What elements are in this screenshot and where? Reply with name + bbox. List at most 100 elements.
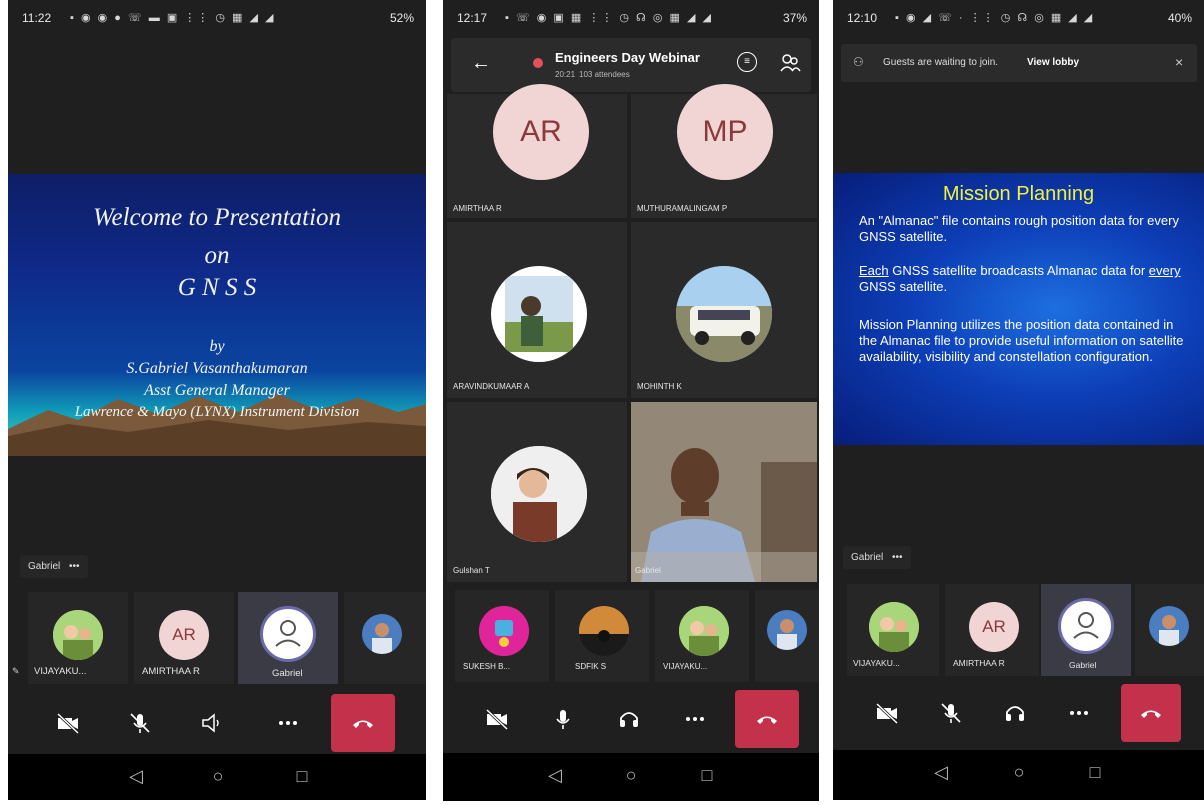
- participant-strip[interactable]: VIJAYAKU... ✎ AR AMIRTHAA R Gabriel: [8, 588, 426, 688]
- lobby-message: Guests are waiting to join.: [883, 57, 999, 68]
- participant-name: VIJAYAKU...: [663, 662, 708, 671]
- status-time: 11:22: [22, 11, 52, 25]
- participant-tile[interactable]: SDFIK S: [555, 590, 649, 682]
- camera-off-icon[interactable]: [863, 682, 911, 744]
- notification-icons: ▪ ◉ ◢ ☏ · ⋮⋮ ◷ ☊ ◎ ▦ ◢ ◢: [895, 12, 1095, 24]
- presenter-name: Gabriel: [851, 552, 884, 563]
- status-bar: 11:22 ▪ ◉ ◉ ● ☏ ▬ ▣ ⋮⋮ ◷ ▦ ◢ ◢ 52%: [8, 0, 426, 36]
- slide-paragraph-3: Mission Planning utilizes the position d…: [859, 317, 1184, 364]
- participant-avatar: [1149, 606, 1189, 646]
- participant-name: MUTHURAMALINGAM P: [637, 204, 728, 213]
- participant-strip[interactable]: SUKESH B... SDFIK S VIJAYAKU...: [443, 586, 819, 682]
- participant-name: AMIRTHAA R: [453, 204, 502, 213]
- participant-tile[interactable]: VIJAYAKU...: [28, 592, 128, 684]
- camera-off-icon[interactable]: [44, 692, 92, 754]
- android-nav-bar: ◁ ○ □: [833, 750, 1204, 800]
- android-nav-bar: ◁ ○ □: [443, 753, 819, 801]
- battery-level: 37%: [782, 11, 807, 25]
- status-bar: 12:10 ▪ ◉ ◢ ☏ · ⋮⋮ ◷ ☊ ◎ ▦ ◢ ◢ 40%: [833, 0, 1204, 36]
- participant-tile-selected[interactable]: Gabriel: [1041, 584, 1131, 676]
- recents-icon[interactable]: □: [695, 765, 719, 786]
- notification-icons: ▪ ◉ ◉ ● ☏ ▬ ▣ ⋮⋮ ◷ ▦ ◢ ◢: [70, 12, 276, 24]
- back-icon[interactable]: ◁: [543, 765, 567, 786]
- participant-name: Gabriel: [635, 566, 661, 575]
- participant-tile[interactable]: SUKESH B...: [455, 590, 549, 682]
- microphone-muted-icon[interactable]: [927, 682, 975, 744]
- participant-tile[interactable]: [755, 590, 819, 682]
- participant-tile[interactable]: [1135, 584, 1204, 676]
- back-icon[interactable]: ◁: [929, 762, 953, 783]
- participant-name: Gulshan T: [453, 566, 490, 575]
- more-options-icon[interactable]: •••: [892, 552, 903, 563]
- participant-tile[interactable]: VIJAYAKU...: [847, 584, 939, 676]
- video-grid-tile[interactable]: ARAVINDKUMAAR A: [447, 222, 627, 398]
- participant-avatar: [491, 266, 587, 362]
- battery-level: 52%: [389, 11, 414, 25]
- slide-emphasis: every: [1148, 263, 1181, 278]
- participant-name: VIJAYAKU...: [853, 658, 900, 668]
- hang-up-button[interactable]: [1121, 684, 1181, 742]
- more-options-icon[interactable]: •••: [69, 561, 80, 572]
- home-icon[interactable]: ○: [1007, 762, 1031, 783]
- participant-tile[interactable]: VIJAYAKU...: [655, 590, 749, 682]
- participant-avatar: AR: [969, 602, 1019, 652]
- presenter-name: Gabriel: [28, 561, 61, 572]
- view-lobby-link[interactable]: View lobby: [1027, 57, 1079, 68]
- meeting-header: ← Engineers Day Webinar 20:21 103 attend…: [451, 38, 811, 92]
- video-grid-tile[interactable]: MOHINTH K: [631, 222, 817, 398]
- hang-up-button[interactable]: [735, 690, 799, 748]
- video-feed-tile[interactable]: Gabriel: [631, 402, 817, 582]
- phone-screen-1: 11:22 ▪ ◉ ◉ ● ☏ ▬ ▣ ⋮⋮ ◷ ▦ ◢ ◢ 52% Welco…: [8, 0, 426, 800]
- slide-line-1: Welcome to Presentation: [92, 204, 342, 231]
- battery-level: 40%: [1167, 11, 1192, 25]
- default-avatar-icon: [260, 606, 316, 662]
- home-icon[interactable]: ○: [206, 766, 230, 787]
- back-icon[interactable]: ◁: [124, 766, 148, 787]
- participant-name: SDFIK S: [575, 662, 607, 671]
- recents-icon[interactable]: □: [1083, 762, 1107, 783]
- participant-tile[interactable]: AR AMIRTHAA R: [134, 592, 234, 684]
- headset-icon[interactable]: [991, 682, 1039, 744]
- hang-up-button[interactable]: [331, 694, 395, 752]
- presenter-name-tag[interactable]: Gabriel •••: [20, 555, 88, 578]
- more-options-icon[interactable]: [1055, 682, 1103, 744]
- camera-off-icon[interactable]: [473, 688, 521, 750]
- participant-tile[interactable]: AR AMIRTHAA R: [945, 584, 1039, 676]
- participant-tile-selected[interactable]: Gabriel: [238, 592, 338, 684]
- participant-strip[interactable]: VIJAYAKU... AR AMIRTHAA R Gabriel: [833, 580, 1204, 676]
- back-arrow-icon[interactable]: ←: [471, 52, 491, 75]
- slide-paragraph-1: An "Almanac" file contains rough positio…: [859, 213, 1179, 244]
- slide-line-3: G N S S: [177, 274, 257, 301]
- call-controls: [443, 688, 819, 750]
- lobby-icon: ⚇: [853, 55, 864, 69]
- slide-by: by: [209, 338, 225, 355]
- microphone-icon[interactable]: [539, 688, 587, 750]
- participant-name: ARAVINDKUMAAR A: [453, 382, 530, 391]
- participant-avatar: [491, 446, 587, 542]
- video-grid-tile[interactable]: Gulshan T: [447, 402, 627, 582]
- microphone-muted-icon[interactable]: [116, 692, 164, 754]
- microphone-muted-icon: ✎: [12, 666, 20, 676]
- meeting-duration: 20:21: [555, 70, 576, 79]
- video-grid-tile[interactable]: MP MUTHURAMALINGAM P: [631, 84, 817, 218]
- close-icon[interactable]: ×: [1175, 54, 1183, 70]
- participants-icon[interactable]: [779, 52, 801, 74]
- more-options-icon[interactable]: [264, 692, 312, 754]
- participant-avatar: [676, 266, 772, 362]
- presenter-name-tag[interactable]: Gabriel •••: [843, 546, 911, 569]
- slide-text: GNSS satellite broadcasts Almanac data f…: [888, 263, 1149, 278]
- shared-slide: Mission Planning An "Almanac" file conta…: [833, 173, 1204, 445]
- recents-icon[interactable]: □: [290, 766, 314, 787]
- participant-name: MOHINTH K: [637, 382, 682, 391]
- chat-icon[interactable]: ≡: [737, 52, 757, 72]
- headset-icon[interactable]: [605, 688, 653, 750]
- recording-indicator-icon: [533, 58, 543, 68]
- participant-video: [631, 402, 817, 582]
- speaker-icon[interactable]: [188, 692, 236, 754]
- participant-tile[interactable]: [344, 592, 426, 684]
- hang-up-icon: [757, 716, 777, 724]
- home-icon[interactable]: ○: [619, 765, 643, 786]
- video-grid-tile[interactable]: AR AMIRTHAA R: [447, 84, 627, 218]
- participant-name: Gabriel: [272, 668, 303, 679]
- more-options-icon[interactable]: [671, 688, 719, 750]
